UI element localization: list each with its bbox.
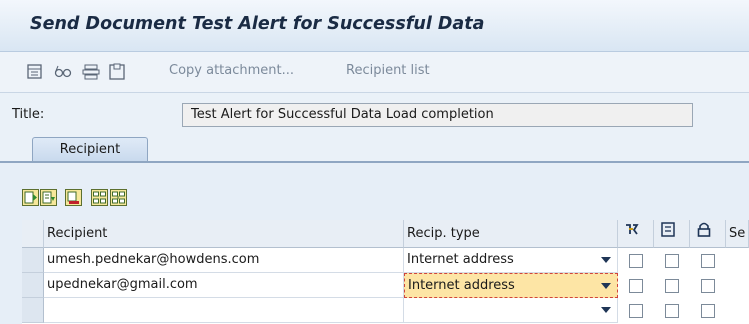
express-checkbox[interactable]: [629, 279, 643, 293]
recip-type-select[interactable]: Internet address: [404, 273, 618, 298]
copy-checkbox[interactable]: [665, 279, 679, 293]
recip-type-select[interactable]: Internet address: [404, 248, 618, 273]
express-checkbox[interactable]: [629, 304, 643, 318]
lock-checkbox[interactable]: [701, 279, 715, 293]
recip-type-value: Internet address: [407, 252, 514, 267]
column-header-se[interactable]: Se: [726, 220, 749, 248]
recipient-list-button[interactable]: Recipient list: [346, 63, 430, 78]
express-checkbox[interactable]: [629, 254, 643, 268]
row-selector[interactable]: [22, 298, 44, 323]
delete-row-icon[interactable]: [65, 189, 82, 206]
column-header-recip-type[interactable]: Recip. type: [404, 220, 618, 248]
title-bar: Send Document Test Alert for Successful …: [0, 0, 749, 52]
copy-checkbox[interactable]: [665, 254, 679, 268]
chevron-down-icon[interactable]: [601, 257, 611, 263]
recip-type-select[interactable]: [404, 298, 618, 323]
append-row-icon[interactable]: [40, 189, 57, 206]
sort-ascending-icon[interactable]: [91, 189, 108, 206]
column-header-lock[interactable]: [690, 220, 726, 248]
recipient-cell[interactable]: upednekar@gmail.com: [44, 273, 404, 298]
chevron-down-icon[interactable]: [601, 307, 611, 313]
document-icon[interactable]: [25, 63, 45, 81]
select-all-cell[interactable]: [22, 220, 44, 248]
row-selector[interactable]: [22, 273, 44, 298]
column-header-recipient[interactable]: Recipient: [44, 220, 404, 248]
express-icon: [624, 224, 640, 241]
glasses-icon[interactable]: [53, 63, 73, 81]
recipient-cell[interactable]: umesh.pednekar@howdens.com: [44, 248, 404, 273]
toolbar-divider: [0, 92, 749, 93]
recip-type-value: Internet address: [408, 278, 515, 293]
stack-icon[interactable]: [81, 63, 101, 81]
column-header-express[interactable]: [618, 220, 654, 248]
copy-checkbox[interactable]: [665, 304, 679, 318]
frame-icon[interactable]: [107, 63, 127, 81]
title-label: Title:: [12, 107, 45, 122]
column-header-copy[interactable]: [654, 220, 690, 248]
row-selector[interactable]: [22, 248, 44, 273]
sort-descending-icon[interactable]: [110, 189, 127, 206]
window-title: Send Document Test Alert for Successful …: [30, 14, 485, 34]
title-field[interactable]: Test Alert for Successful Data Load comp…: [182, 103, 693, 127]
copy-attachment-button[interactable]: Copy attachment...: [169, 63, 294, 78]
recipient-cell[interactable]: [44, 298, 404, 323]
chevron-down-icon[interactable]: [601, 283, 611, 289]
lock-checkbox[interactable]: [701, 304, 715, 318]
copy-icon: [660, 222, 676, 241]
application-toolbar: Copy attachment... Recipient list: [0, 52, 749, 92]
insert-row-icon[interactable]: [22, 189, 39, 206]
lock-checkbox[interactable]: [701, 254, 715, 268]
tab-recipient[interactable]: Recipient: [32, 137, 148, 162]
lock-icon: [696, 222, 712, 241]
